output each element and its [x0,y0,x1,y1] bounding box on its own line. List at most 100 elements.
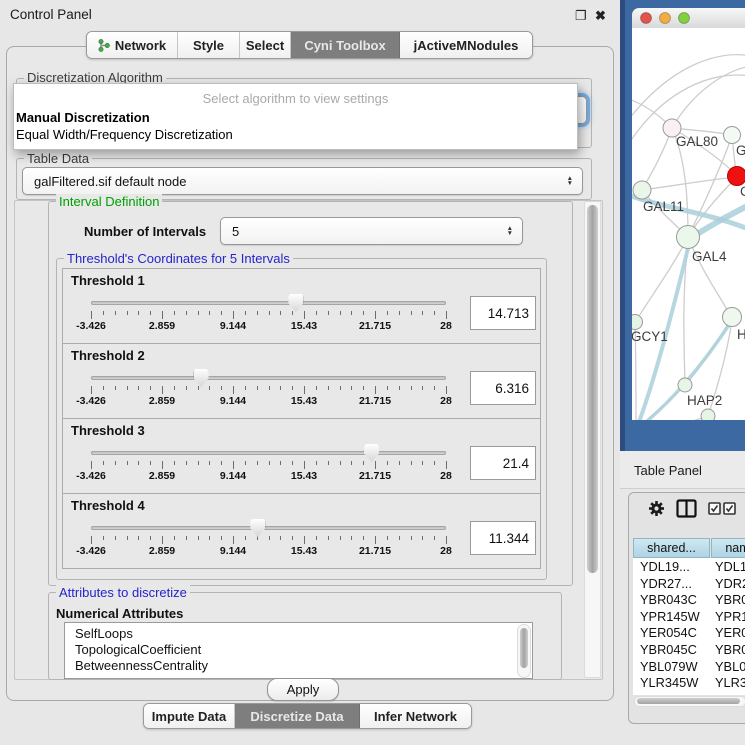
settings-scrollbar-thumb[interactable] [587,205,598,573]
tick-mark [245,536,246,540]
attribute-list-item[interactable]: TopologicalCoefficient [65,642,532,658]
tick-mark [138,536,139,540]
tick-mark [351,536,352,540]
tab-impute-data[interactable]: Impute Data [144,704,235,728]
tab-select[interactable]: Select [240,32,291,58]
threshold-slider-handle[interactable] [194,369,209,387]
network-node-gcy1[interactable] [632,315,643,330]
tick-mark [351,311,352,315]
table-row[interactable]: YPR145WYPR1 [633,608,745,625]
tick-mark [375,311,376,319]
float-panel-icon[interactable]: ❐ [575,8,587,24]
tick-label: -3.426 [59,395,123,407]
network-edge[interactable] [632,55,745,123]
network-node-gal11[interactable] [633,181,651,199]
tick-mark [162,461,163,469]
close-panel-icon[interactable]: ✖ [595,8,606,24]
tick-mark [162,386,163,394]
tick-mark [411,386,412,390]
network-view[interactable]: GAL80G.CGAL11GAL4GCY1HHAP2 [632,28,745,420]
tick-mark [150,461,151,465]
table-hscrollbar[interactable] [634,696,745,707]
network-edge[interactable] [642,177,736,190]
column-header-shared-name[interactable]: shared... [633,538,710,558]
column-header-name[interactable]: name [711,538,745,558]
tick-mark [387,386,388,390]
threshold-slider-track[interactable] [91,376,446,380]
tick-mark [138,461,139,465]
tick-mark [434,386,435,390]
threshold-slider-handle[interactable] [250,519,265,537]
network-node-gal4[interactable] [677,226,700,249]
threshold-slider-track[interactable] [91,301,446,305]
table-row[interactable]: YLR345WYLR3 [633,674,745,691]
tick-mark [446,386,447,394]
panel-title: Control Panel [10,7,92,22]
network-window-titlebar[interactable] [632,8,745,29]
network-node[interactable] [701,409,715,420]
table-data-combobox[interactable]: galFiltered.sif default node ▲▼ [22,167,583,195]
threshold-value-field[interactable]: 11.344 [470,521,536,555]
table-row[interactable]: YER054CYER0 [633,624,745,641]
table-row[interactable]: YDR27...YDR2 [633,575,745,592]
table-settings-gear-icon[interactable] [648,500,665,520]
tick-label: 9.144 [201,545,265,557]
tab-jactivemnodules[interactable]: jActiveMNodules [400,32,532,58]
table-row[interactable]: YBL079WYBL0 [633,658,745,675]
numerical-attributes-list[interactable]: SelfLoopsTopologicalCoefficientBetweenne… [64,622,533,679]
tab-network[interactable]: Network [87,32,178,58]
split-columns-icon[interactable] [676,498,697,522]
threshold-value-field[interactable]: 14.713 [470,296,536,330]
tick-mark [340,536,341,540]
tab-infer-network[interactable]: Infer Network [360,704,471,728]
numerical-attributes-label: Numerical Attributes [56,606,183,621]
cell-shared-name: YBL079W [640,658,698,675]
attributes-list-scrollbar[interactable] [517,624,531,678]
number-of-intervals-value: 5 [232,224,239,239]
settings-scrollbar[interactable] [584,201,601,678]
threshold-slider-track[interactable] [91,451,446,455]
threshold-slider-track[interactable] [91,526,446,530]
tab-cyni-toolbox[interactable]: Cyni Toolbox [291,32,400,58]
threshold-value-field[interactable]: 21.4 [470,446,536,480]
table-row[interactable]: YBR045CYBR0 [633,641,745,658]
network-node-g[interactable] [724,127,741,144]
number-of-intervals-combobox[interactable]: 5 ▲▼ [220,217,523,245]
tick-label: -3.426 [59,470,123,482]
tick-mark [127,386,128,390]
threshold-panel-3: Threshold 3-3.4262.8599.14415.4321.71528… [62,418,541,494]
network-node-h[interactable] [723,308,742,327]
popup-item-manual-discretization[interactable]: Manual Discretization [16,110,150,125]
network-node-c[interactable] [728,167,745,186]
tick-mark [245,386,246,390]
tick-mark [351,461,352,465]
table-row[interactable]: YBR043CYBR0 [633,591,745,608]
select-columns-icon[interactable] [708,502,721,518]
tick-mark [245,311,246,315]
tick-mark [115,386,116,390]
tick-mark [340,311,341,315]
zoom-window-icon[interactable] [679,13,690,24]
traffic-lights[interactable] [632,8,710,28]
tick-mark [198,311,199,315]
table-row[interactable]: YDL19...YDL1 [633,558,745,575]
minimize-window-icon[interactable] [660,13,671,24]
attribute-list-item[interactable]: BetweennessCentrality [65,658,532,674]
network-node-hap2[interactable] [678,378,692,392]
table-row[interactable]: YIL052CYIL0 [633,691,745,695]
tick-mark [375,536,376,544]
close-window-icon[interactable] [641,13,652,24]
node-table[interactable]: YDL19...YDL1YDR27...YDR2YBR043CYBR0YPR14… [633,558,745,695]
threshold-value-field[interactable]: 6.316 [470,371,536,405]
attribute-list-item[interactable]: SelfLoops [65,626,532,642]
algorithm-popup: Select algorithm to view settings Manual… [13,83,578,150]
threshold-slider-handle[interactable] [364,444,379,462]
tab-style[interactable]: Style [178,32,240,58]
apply-button[interactable]: Apply [267,678,339,701]
tab-discretize-data[interactable]: Discretize Data [235,704,360,728]
threshold-slider-handle[interactable] [288,294,303,312]
select-rows-icon[interactable] [723,502,736,518]
network-edge[interactable] [642,128,672,190]
tick-mark [328,536,329,540]
popup-item-equal-width-frequency[interactable]: Equal Width/Frequency Discretization [16,127,233,142]
